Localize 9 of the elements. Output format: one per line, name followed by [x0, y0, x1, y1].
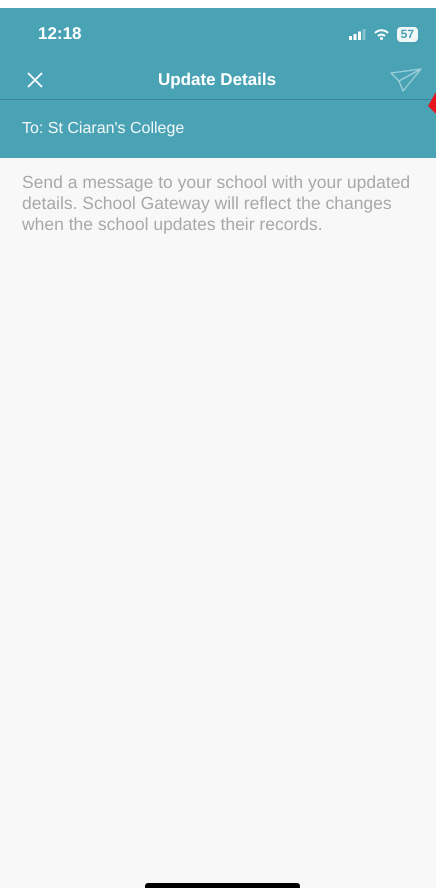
battery-level: 57 — [396, 26, 418, 42]
annotation-arrow — [428, 92, 436, 114]
recipient-label: To: St Ciaran's College — [22, 119, 184, 139]
screen-title: Update Details — [158, 68, 276, 91]
wifi-icon — [374, 28, 389, 40]
signal-icon — [348, 28, 366, 40]
close-button[interactable] — [26, 70, 44, 88]
message-field[interactable]: Send a message to your school with your updated details. School Gateway will reflect the changes when the school updates their records. — [22, 172, 414, 262]
status-time: 12:18 — [38, 23, 82, 46]
